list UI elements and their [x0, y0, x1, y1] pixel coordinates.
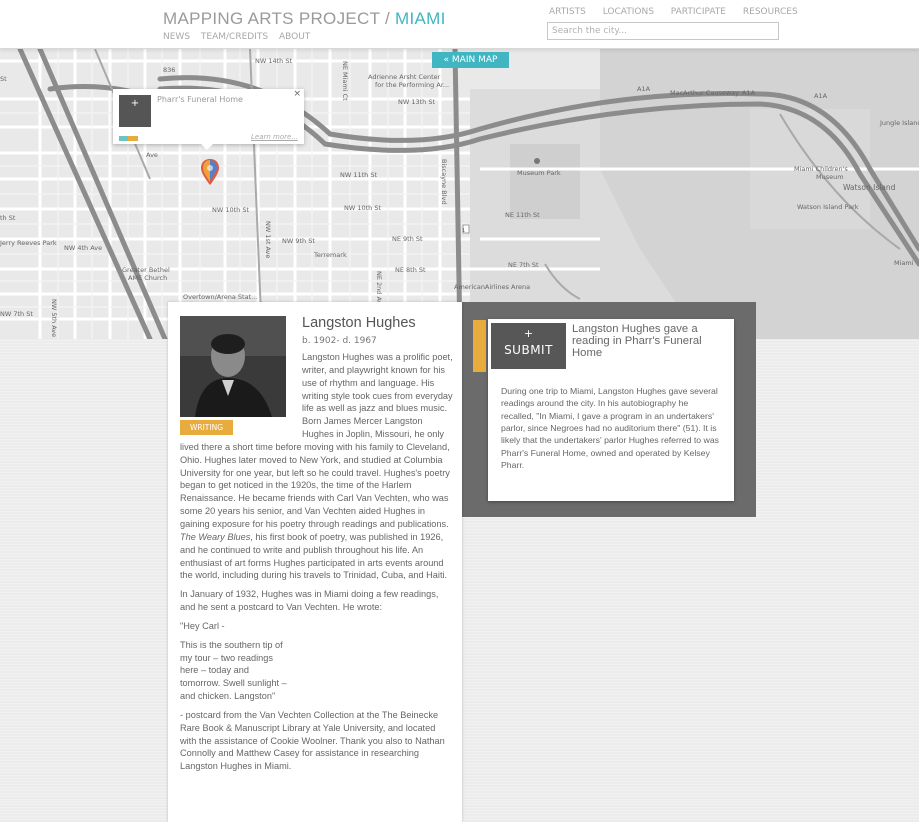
- map-label: th St: [0, 214, 16, 222]
- map-label: NE 9th St: [392, 235, 423, 243]
- map-label: Museum Park: [517, 169, 561, 177]
- map-label: NE 8th St: [395, 266, 426, 274]
- learn-more-link[interactable]: Learn more...: [251, 133, 298, 141]
- map-label: NW 10th St: [212, 206, 249, 214]
- event-description: During one trip to Miami, Langston Hughe…: [501, 386, 719, 471]
- map-label: NW 9th St: [282, 237, 315, 245]
- map-label: NW 7th St: [0, 310, 33, 318]
- map-marker-icon[interactable]: [200, 158, 220, 186]
- map-label: A1A: [742, 89, 756, 97]
- popup-pointer: [201, 144, 213, 150]
- map-label: NW 13th St: [398, 98, 435, 106]
- map-label: NW 5th Ave: [50, 299, 58, 337]
- plus-icon: +: [130, 98, 140, 109]
- map-label: Miami Children's: [794, 165, 848, 173]
- brand-title: MAPPING ARTS PROJECT /: [163, 9, 396, 28]
- postcard-quote-body: This is the southern tip of my tour – tw…: [180, 639, 287, 702]
- map-label: Greater Bethel: [122, 266, 170, 274]
- map-label: NW 14th St: [255, 57, 292, 65]
- map-label: A1A: [637, 85, 651, 93]
- map-label: Jungle Island: [879, 119, 919, 127]
- artist-biography: Langston Hughes was a prolific poet, wri…: [180, 351, 454, 779]
- map-label: A1A: [814, 92, 828, 100]
- primary-nav: ARTISTS LOCATIONS PARTICIPATE RESOURCES: [549, 7, 812, 17]
- map-label: Watson Island Park: [797, 203, 859, 211]
- map-label: NW 10th St: [344, 204, 381, 212]
- map-label: Museum: [816, 173, 844, 181]
- map-label: NE 7th St: [508, 261, 539, 269]
- nav-news[interactable]: NEWS: [163, 32, 190, 42]
- popup-thumbnail[interactable]: +: [119, 95, 151, 127]
- nav-about[interactable]: ABOUT: [279, 32, 310, 42]
- site-logo[interactable]: MAPPING ARTS PROJECT / MIAMI: [163, 9, 446, 29]
- nav-team-credits[interactable]: TEAM/CREDITS: [201, 32, 268, 42]
- map-label: NW 1st Ave: [264, 221, 272, 258]
- map-label: NW 11th St: [340, 171, 377, 179]
- postcard-quote-greeting: "Hey Carl -: [180, 620, 225, 631]
- event-title: Langston Hughes gave a reading in Pharr'…: [572, 323, 702, 360]
- map-label: Ave: [146, 151, 158, 159]
- nav-resources[interactable]: RESOURCES: [743, 7, 798, 17]
- map-label: Biscayne Blvd: [440, 159, 448, 204]
- map-label: Jerry Reeves Park: [0, 239, 57, 247]
- bio-paragraph: In January of 1932, Hughes was in Miami …: [180, 589, 439, 613]
- map-label: St: [0, 75, 7, 83]
- map-label: NW 4th Ave: [64, 244, 102, 252]
- map-label: NE 11th St: [505, 211, 540, 219]
- book-title: The Weary Blues: [180, 531, 251, 542]
- nav-participate[interactable]: PARTICIPATE: [671, 7, 726, 17]
- category-color-bars: [119, 136, 138, 141]
- location-popup[interactable]: + Pharr's Funeral Home Learn more... ×: [113, 89, 304, 150]
- secondary-nav: NEWS TEAM/CREDITS ABOUT: [163, 32, 318, 42]
- nav-artists[interactable]: ARTISTS: [549, 7, 586, 17]
- map-label: AME Church: [128, 274, 167, 282]
- map-label: 1: [462, 228, 465, 234]
- artist-bio-card: WRITING Langston Hughes b. 1902- d. 1967…: [168, 302, 462, 822]
- map-label: Overtown/Arena Stat...: [183, 293, 257, 301]
- main-map-button[interactable]: « MAIN MAP: [432, 52, 509, 68]
- map-label: 836: [163, 66, 175, 74]
- city-search-input[interactable]: [547, 22, 779, 40]
- map-label: NE Miami Ct: [341, 61, 349, 101]
- site-header: MAPPING ARTS PROJECT / MIAMI NEWS TEAM/C…: [0, 0, 919, 49]
- artist-dates: b. 1902- d. 1967: [302, 336, 377, 346]
- popup-title: Pharr's Funeral Home: [157, 95, 243, 104]
- submit-button[interactable]: + SUBMIT: [491, 323, 566, 369]
- close-icon[interactable]: ×: [293, 89, 301, 99]
- map-label: Watson Island: [843, 183, 896, 192]
- map-label: AmericanAirlines Arena: [454, 283, 530, 291]
- plus-icon: +: [523, 327, 534, 340]
- map-label: for the Performing Ar...: [375, 81, 449, 89]
- event-category-strip: [473, 320, 486, 372]
- map-label: MacArthur Causeway: [670, 89, 739, 97]
- artist-name: Langston Hughes: [302, 315, 416, 331]
- map-label: Miami: [894, 259, 914, 267]
- map-label: Adrienne Arsht Center: [368, 73, 441, 81]
- map-label: Terremark: [313, 251, 347, 259]
- event-card: + SUBMIT Langston Hughes gave a reading …: [488, 319, 734, 501]
- nav-locations[interactable]: LOCATIONS: [603, 7, 654, 17]
- bio-source-note: - postcard from the Van Vechten Collecti…: [180, 709, 445, 772]
- brand-city: MIAMI: [395, 9, 446, 28]
- submit-label: SUBMIT: [504, 343, 553, 357]
